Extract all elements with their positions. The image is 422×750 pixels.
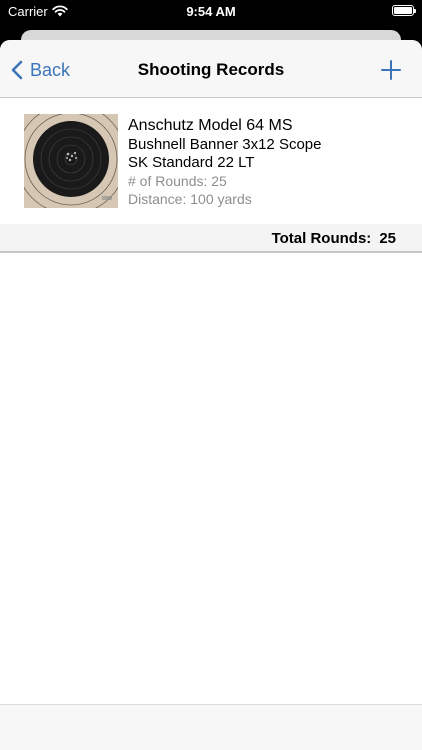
distance: Distance: 100 yards bbox=[128, 191, 252, 207]
ammo-name: SK Standard 22 LT bbox=[128, 154, 255, 171]
status-bar: Carrier 9:54 AM bbox=[0, 0, 422, 24]
total-rounds-value: 25 bbox=[379, 230, 396, 247]
record-details: Anschutz Model 64 MS Bushnell Banner 3x1… bbox=[128, 116, 321, 208]
rifle-name: Anschutz Model 64 MS bbox=[128, 117, 293, 134]
record-row[interactable]: Anschutz Model 64 MS Bushnell Banner 3x1… bbox=[0, 98, 422, 224]
page-title: Shooting Records bbox=[137, 60, 285, 79]
target-photo-thumbnail bbox=[24, 114, 118, 208]
navigation-bar: Back Shooting Records bbox=[0, 40, 422, 98]
bottom-toolbar bbox=[0, 704, 422, 750]
total-rounds-footer: Total Rounds: 25 bbox=[0, 224, 422, 253]
modal-sheet: Back Shooting Records Anschutz Model 64 … bbox=[0, 40, 422, 750]
add-icon[interactable] bbox=[380, 59, 402, 81]
clock: 9:54 AM bbox=[186, 4, 236, 19]
rounds-count: # of Rounds: 25 bbox=[128, 173, 227, 189]
total-rounds: Total Rounds: 25 bbox=[272, 230, 396, 247]
scope-name: Bushnell Banner 3x12 Scope bbox=[128, 136, 322, 153]
battery-icon bbox=[392, 5, 416, 16]
total-rounds-label: Total Rounds: bbox=[271, 230, 372, 247]
